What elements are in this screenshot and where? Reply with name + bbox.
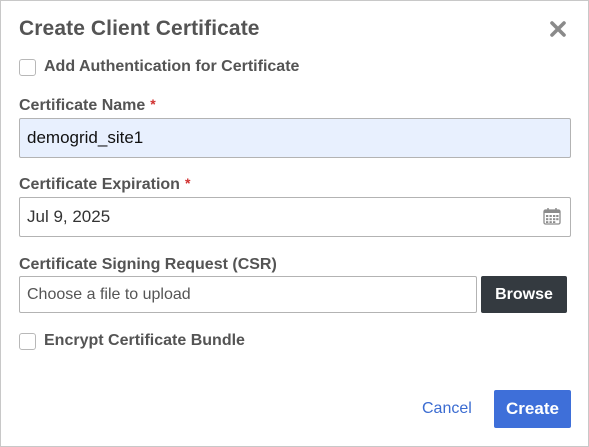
encrypt-checkbox[interactable]	[19, 332, 36, 350]
auth-checkbox-label: Add Authentication for Certificate	[44, 58, 300, 75]
required-marker: *	[150, 96, 156, 112]
auth-checkbox-row: Add Authentication for Certificate	[19, 56, 299, 78]
browse-button[interactable]: Browse	[481, 276, 567, 313]
cert-expiration-label: Certificate Expiration	[19, 176, 180, 193]
dialog-title: Create Client Certificate	[19, 17, 260, 40]
close-icon[interactable]	[548, 19, 568, 39]
calendar-icon[interactable]	[543, 207, 561, 225]
cert-expiration-value: Jul 9, 2025	[27, 207, 111, 226]
cert-expiration-input[interactable]: Jul 9, 2025	[19, 197, 571, 237]
csr-file-placeholder: Choose a file to upload	[27, 285, 191, 303]
csr-label: Certificate Signing Request (CSR)	[19, 256, 277, 273]
cert-name-label: Certificate Name	[19, 97, 146, 114]
csr-file-input[interactable]: Choose a file to upload	[19, 276, 477, 313]
cancel-link[interactable]: Cancel	[422, 400, 472, 418]
cert-expiration-label-row: Certificate Expiration *	[19, 175, 191, 194]
encrypt-checkbox-label: Encrypt Certificate Bundle	[44, 332, 245, 349]
create-client-certificate-dialog: Create Client Certificate Add Authentica…	[0, 0, 589, 447]
required-marker: *	[184, 175, 191, 191]
create-button[interactable]: Create	[494, 390, 571, 428]
cert-name-value: demogrid_site1	[27, 128, 144, 147]
auth-checkbox[interactable]	[19, 58, 36, 76]
encrypt-checkbox-row: Encrypt Certificate Bundle	[19, 330, 245, 352]
cert-name-input[interactable]: demogrid_site1	[19, 118, 571, 158]
cert-name-label-row: Certificate Name *	[19, 96, 156, 115]
csr-label-row: Certificate Signing Request (CSR)	[19, 256, 277, 274]
